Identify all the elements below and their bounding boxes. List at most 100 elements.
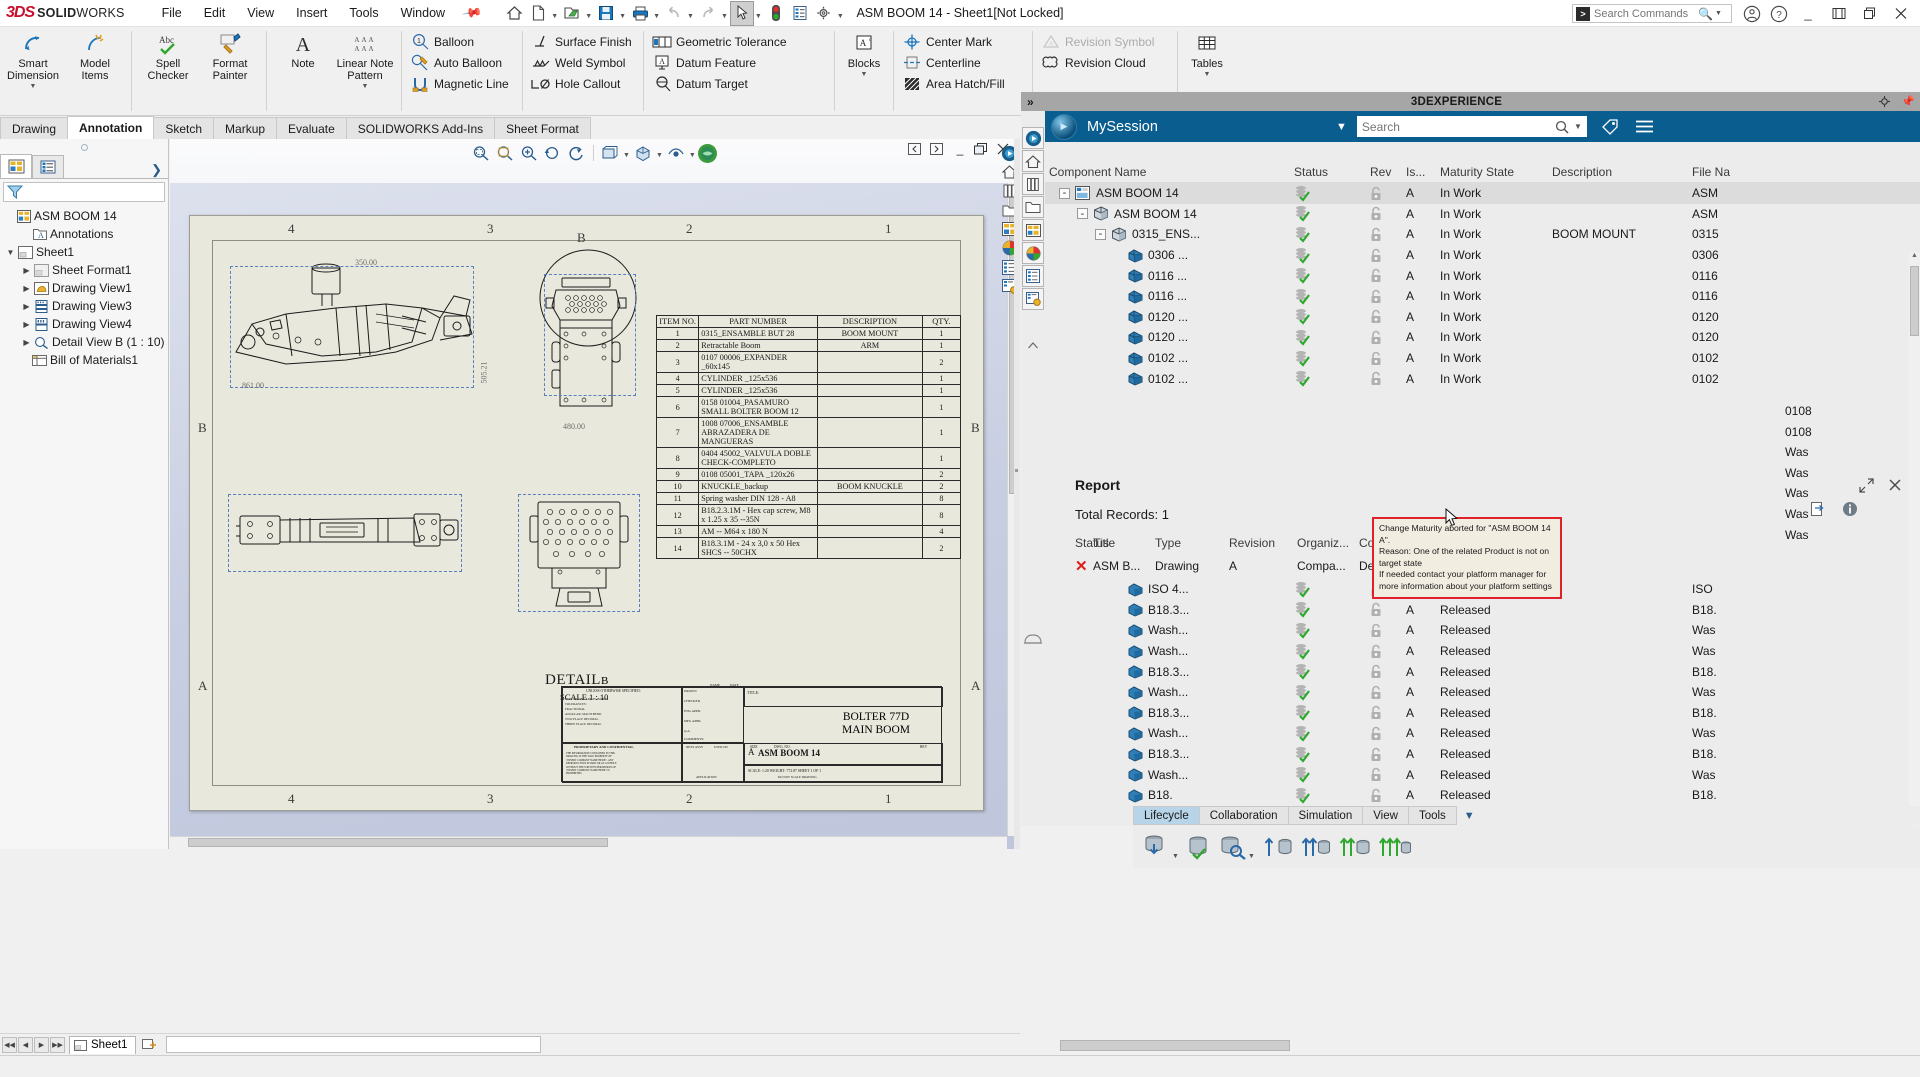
surface-finish-button[interactable]: Surface Finish bbox=[528, 31, 638, 52]
tab-sheet-format[interactable]: Sheet Format bbox=[494, 117, 591, 139]
twisty-right-icon[interactable]: ▶ bbox=[20, 284, 33, 293]
report-col-title[interactable]: Title bbox=[1093, 536, 1155, 550]
dx-row[interactable]: - ASM BOOM 14 A In Work ASM bbox=[1045, 204, 1920, 225]
restore-window-button[interactable] bbox=[1824, 2, 1854, 26]
export-icon[interactable] bbox=[1810, 501, 1826, 517]
tree-item-bill-of-materials1[interactable]: Bill of Materials1 bbox=[2, 351, 168, 369]
dx-assembly-icon[interactable] bbox=[1022, 219, 1044, 241]
menu-insert[interactable]: Insert bbox=[285, 2, 338, 24]
nav-left-icon[interactable] bbox=[908, 143, 924, 155]
maturity-promote-button[interactable] bbox=[1339, 834, 1371, 860]
tag-icon[interactable] bbox=[1601, 118, 1619, 135]
minimize-button[interactable]: _ bbox=[1793, 2, 1823, 26]
drawing-canvas[interactable]: ▼ ▼ ▼ _ bbox=[170, 139, 1020, 849]
bom-row[interactable]: 5CYLINDER _125x5361 bbox=[657, 385, 961, 397]
maximize-button[interactable] bbox=[1855, 2, 1885, 26]
dx-scroll-thumb[interactable] bbox=[1910, 266, 1919, 336]
maturity-release-button[interactable] bbox=[1379, 834, 1411, 860]
redo-icon[interactable] bbox=[696, 1, 720, 26]
open-dropdown[interactable]: ▼ bbox=[585, 13, 592, 20]
magnifier-icon[interactable]: 🔍 bbox=[1698, 7, 1713, 21]
lifecycle-db-button[interactable] bbox=[1187, 834, 1211, 860]
dx-row[interactable]: 0120 ... A In Work 0120 bbox=[1045, 307, 1920, 328]
dx-row[interactable]: - 0315_ENS... A In Work BOOM MOUNT 0315 bbox=[1045, 224, 1920, 245]
dx-row[interactable]: 0116 ... A In Work 0116 bbox=[1045, 265, 1920, 286]
centerline-button[interactable]: Centerline bbox=[899, 52, 1027, 73]
undo-icon[interactable] bbox=[662, 1, 686, 26]
dx-tab-tools[interactable]: Tools bbox=[1408, 806, 1457, 825]
horizontal-scroll-thumb[interactable] bbox=[188, 838, 608, 847]
bom-row[interactable]: 14B18.3.1M - 24 x 3,0 x 50 Hex SHCS -- 5… bbox=[657, 538, 961, 559]
tables-dropdown[interactable]: ▼ bbox=[1204, 71, 1211, 78]
format-painter-button[interactable]: FormatPainter bbox=[199, 27, 261, 115]
col-is[interactable]: Is... bbox=[1402, 165, 1436, 179]
save-icon[interactable] bbox=[594, 1, 618, 26]
report-col-organization[interactable]: Organiz... bbox=[1297, 536, 1359, 550]
datum-target-button[interactable]: Datum Target bbox=[649, 73, 829, 94]
dx-row[interactable]: Wash... A Released Was bbox=[1045, 764, 1920, 785]
title-block[interactable]: UNLESS OTHERWISE SPECIFIED: DIMENSIONS A… bbox=[561, 686, 942, 782]
tab-sketch[interactable]: Sketch bbox=[153, 117, 214, 139]
twisty-right-icon[interactable]: ▶ bbox=[20, 320, 33, 329]
dx-mysession-icon[interactable] bbox=[1022, 127, 1044, 149]
search-input[interactable] bbox=[1594, 8, 1698, 20]
dx-home-icon[interactable] bbox=[1022, 150, 1044, 172]
bom-row[interactable]: 11Spring washer DIN 128 - A88 bbox=[657, 493, 961, 505]
add-sheet-icon[interactable] bbox=[142, 1038, 156, 1051]
bom-row[interactable]: 71008 07006_ENSAMBLE ABRAZADERA DE MANGU… bbox=[657, 418, 961, 448]
sheet-nav-next[interactable]: ▶ bbox=[34, 1037, 49, 1053]
search-commands-box[interactable]: > 🔍 ▼ bbox=[1572, 4, 1732, 23]
account-circle-icon[interactable] bbox=[1739, 2, 1765, 26]
mysession-title-area[interactable]: ▶ MySession bbox=[1051, 114, 1336, 140]
expand-panel-chevron-right-icon[interactable]: ❯ bbox=[151, 162, 168, 178]
report-expand-icon[interactable] bbox=[1859, 478, 1874, 493]
dx-row[interactable]: 0306 ... A In Work 0306 bbox=[1045, 245, 1920, 266]
tab-markup[interactable]: Markup bbox=[213, 117, 277, 139]
dx-folder-icon[interactable] bbox=[1022, 196, 1044, 218]
col-rev[interactable]: Rev bbox=[1366, 165, 1402, 179]
dx-row[interactable]: 0120 ... A In Work 0120 bbox=[1045, 327, 1920, 348]
canvas-restore-button[interactable] bbox=[974, 143, 990, 155]
sheet-nav-first[interactable]: ◀◀ bbox=[2, 1037, 17, 1053]
center-mark-button[interactable]: Center Mark bbox=[899, 31, 1027, 52]
dx-tab-simulation[interactable]: Simulation bbox=[1288, 806, 1364, 825]
dx-helmet-icon[interactable] bbox=[1022, 628, 1044, 650]
col-file-name[interactable]: File Na bbox=[1688, 165, 1783, 179]
gear-icon[interactable] bbox=[812, 1, 836, 26]
bom-row[interactable]: 10KNUCKLE_backupBOOM KNUCKLE2 bbox=[657, 481, 961, 493]
balloon-button[interactable]: 1 Balloon bbox=[407, 31, 517, 52]
search-platform-button[interactable]: ▼ bbox=[1219, 834, 1255, 860]
magnetic-line-button[interactable]: Magnetic Line bbox=[407, 73, 517, 94]
view-orientation-icon[interactable] bbox=[632, 143, 654, 163]
canvas-horizontal-scrollbar[interactable] bbox=[170, 836, 1007, 849]
options-list-icon[interactable] bbox=[788, 1, 812, 26]
new-document-dropdown[interactable]: ▼ bbox=[551, 13, 558, 20]
tab-solidworks-addins[interactable]: SOLIDWORKS Add-Ins bbox=[346, 117, 495, 139]
dx-row[interactable]: Wash... A Released Was bbox=[1045, 641, 1920, 662]
traffic-light-icon[interactable] bbox=[764, 1, 788, 26]
dx-tab-lifecycle[interactable]: Lifecycle bbox=[1133, 806, 1200, 825]
report-col-status[interactable]: Status bbox=[1045, 536, 1093, 550]
save-dropdown[interactable]: ▼ bbox=[619, 13, 626, 20]
tab-evaluate[interactable]: Evaluate bbox=[276, 117, 347, 139]
dx-search-dropdown-icon[interactable]: ▼ bbox=[1574, 122, 1582, 131]
col-maturity-state[interactable]: Maturity State bbox=[1436, 165, 1548, 179]
report-col-type[interactable]: Type bbox=[1155, 536, 1229, 550]
spell-checker-button[interactable]: Abc SpellChecker bbox=[137, 27, 199, 115]
collapse-chevron-icon[interactable]: » bbox=[1021, 95, 1040, 109]
dx-vertical-scrollbar[interactable]: ▲ bbox=[1909, 252, 1920, 897]
revise-button[interactable] bbox=[1263, 834, 1293, 860]
tree-item-drawing-view4[interactable]: ▶ Drawing View4 bbox=[2, 315, 168, 333]
smart-dimension-button[interactable]: SmartDimension ▼ bbox=[2, 27, 64, 115]
dx-horizontal-scrollbar[interactable] bbox=[1030, 1040, 1910, 1053]
nav-right-icon[interactable] bbox=[930, 143, 946, 155]
dx-row[interactable]: Wash... A Released Was bbox=[1045, 723, 1920, 744]
settings-dropdown[interactable]: ▼ bbox=[837, 13, 844, 20]
redo-dropdown[interactable]: ▼ bbox=[721, 13, 728, 20]
view-settings-dropdown[interactable]: ▼ bbox=[689, 152, 696, 159]
apply-scene-icon[interactable] bbox=[698, 144, 717, 163]
tree-item-asm-boom-14[interactable]: ASM BOOM 14 bbox=[2, 207, 168, 225]
twisty-right-icon[interactable]: ▶ bbox=[20, 302, 33, 311]
dx-row[interactable]: 0102 ... A In Work 0102 bbox=[1045, 368, 1920, 389]
tree-item-annotations[interactable]: A Annotations bbox=[2, 225, 168, 243]
